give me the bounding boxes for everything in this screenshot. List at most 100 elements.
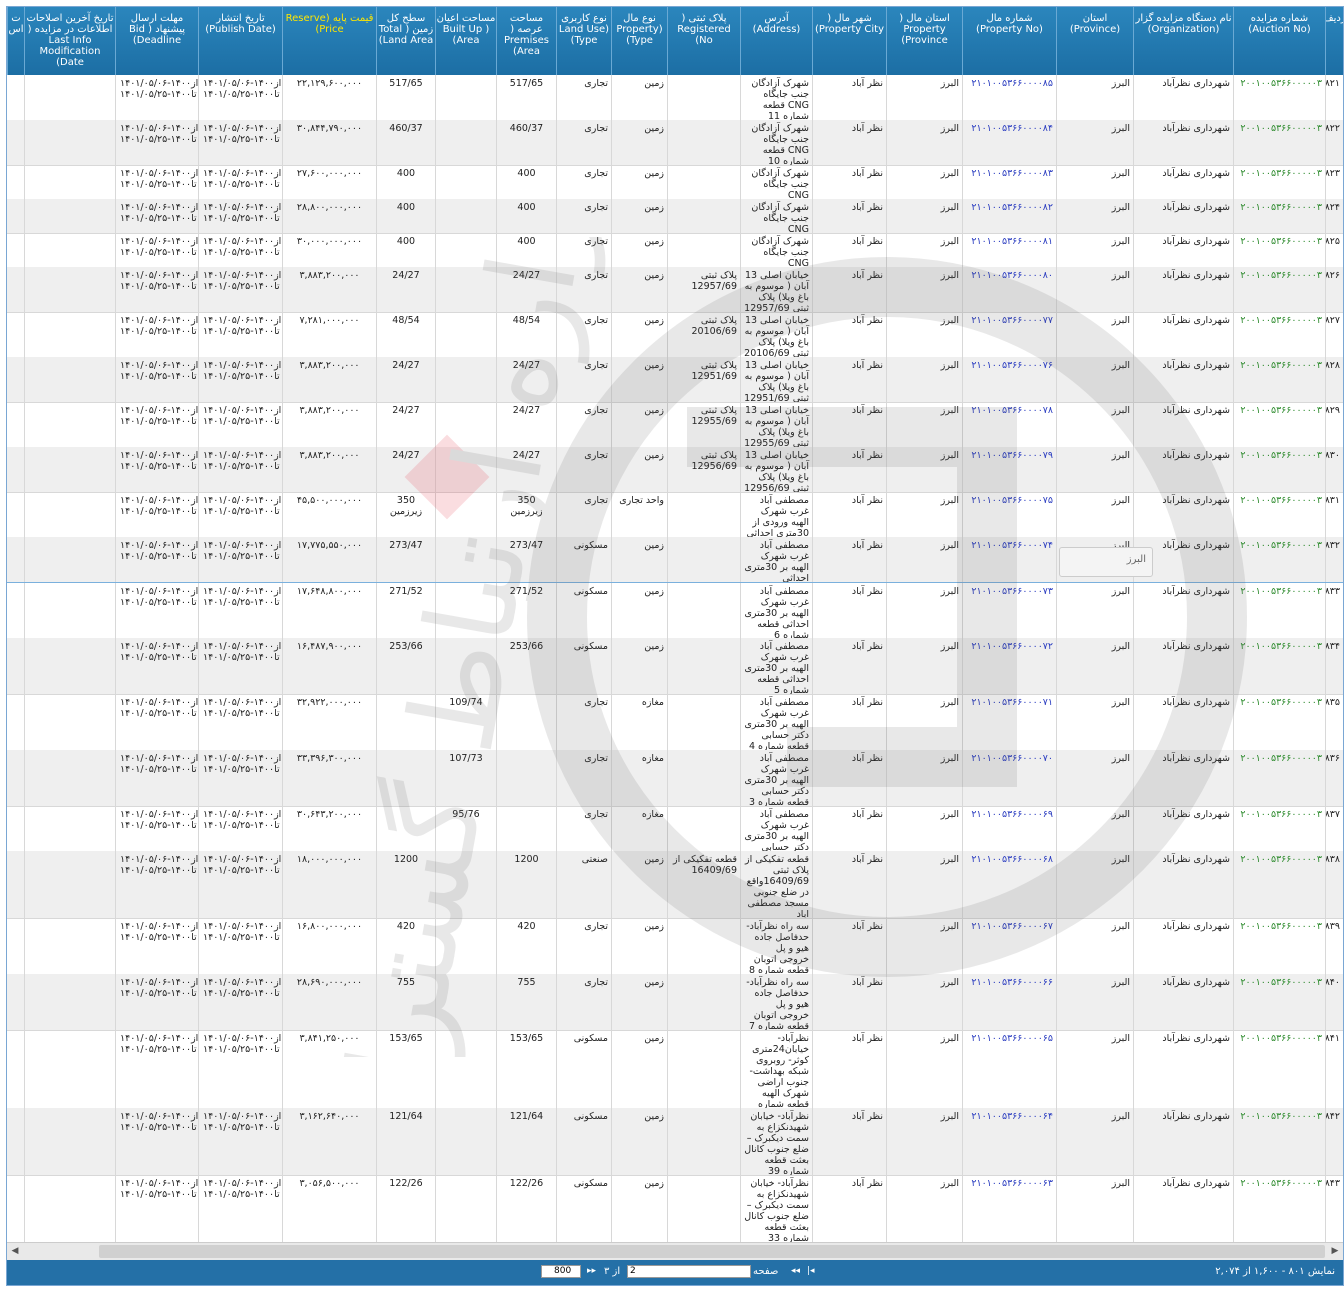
table-row[interactable]: ۸۳۷ ۲۰۰۱۰۰۵۳۶۶۰۰۰۰۰۳ شهرداری نظرآباد البرز ۲…	[7, 806, 1343, 852]
cell-property-no[interactable]: ۲۱۰۱۰۰۵۳۶۶۰۰۰۰۶۴	[962, 1108, 1056, 1175]
column-header-bid-deadline[interactable]: مهلت ارسال پیشنهاد ( Bid Deadline)	[115, 7, 198, 75]
table-row[interactable]: ۸۴۰ ۲۰۰۱۰۰۵۳۶۶۰۰۰۰۰۳ شهرداری نظرآباد البرز ۲…	[7, 974, 1343, 1031]
table-row[interactable]: ۸۳۴ ۲۰۰۱۰۰۵۳۶۶۰۰۰۰۰۳ شهرداری نظرآباد البرز ۲…	[7, 638, 1343, 695]
table-row[interactable]: ۸۲۲ ۲۰۰۱۰۰۵۳۶۶۰۰۰۰۰۳ شهرداری نظرآباد البرز ۲…	[7, 120, 1343, 166]
horizontal-scrollbar[interactable]: ◀ ▶	[7, 1242, 1343, 1261]
column-header-premises-area[interactable]: مساحت عرصه ( Premises Area)	[496, 7, 556, 75]
cell-property-no[interactable]: ۲۱۰۱۰۰۵۳۶۶۰۰۰۰۸۵	[962, 75, 1056, 120]
scroll-thumb[interactable]	[99, 1245, 1325, 1258]
table-row[interactable]: ۸۲۱ ۲۰۰۱۰۰۵۳۶۶۰۰۰۰۰۳ شهرداری نظرآباد البرز ۲…	[7, 75, 1343, 121]
column-header-organization[interactable]: نام دستگاه مزایده گزار (Organization)	[1133, 7, 1233, 75]
scroll-right-icon[interactable]: ▶	[1329, 1245, 1341, 1258]
table-row[interactable]: ۸۳۰ ۲۰۰۱۰۰۵۳۶۶۰۰۰۰۰۳ شهرداری نظرآباد البرز ۲…	[7, 447, 1343, 493]
table-row[interactable]: ۸۳۶ ۲۰۰۱۰۰۵۳۶۶۰۰۰۰۰۳ شهرداری نظرآباد البرز ۲…	[7, 750, 1343, 807]
cell-property-no[interactable]: ۲۱۰۱۰۰۵۳۶۶۰۰۰۰۶۹	[962, 806, 1056, 851]
cell-auction-no[interactable]: ۲۰۰۱۰۰۵۳۶۶۰۰۰۰۰۳	[1233, 75, 1325, 120]
table-row[interactable]: ۸۳۱ ۲۰۰۱۰۰۵۳۶۶۰۰۰۰۰۳ شهرداری نظرآباد البرز ۲…	[7, 492, 1343, 538]
column-header-property-no[interactable]: شماره مال (Property No)	[962, 7, 1056, 75]
column-header-total-land-area[interactable]: سطح کل زمین ( Total Land Area)	[376, 7, 435, 75]
cell-property-no[interactable]: ۲۱۰۱۰۰۵۳۶۶۰۰۰۰۷۹	[962, 447, 1056, 492]
cell-auction-no[interactable]: ۲۰۰۱۰۰۵۳۶۶۰۰۰۰۰۳	[1233, 851, 1325, 918]
table-row[interactable]: ۸۲۳ ۲۰۰۱۰۰۵۳۶۶۰۰۰۰۰۳ شهرداری نظرآباد البرز ۲…	[7, 165, 1343, 200]
cell-auction-no[interactable]: ۲۰۰۱۰۰۵۳۶۶۰۰۰۰۰۳	[1233, 447, 1325, 492]
table-row[interactable]: ۸۳۸ ۲۰۰۱۰۰۵۳۶۶۰۰۰۰۰۳ شهرداری نظرآباد البرز ۲…	[7, 851, 1343, 919]
cell-property-no[interactable]: ۲۱۰۱۰۰۵۳۶۶۰۰۰۰۸۲	[962, 199, 1056, 233]
column-header-auction-no[interactable]: شماره مزایده (Auction No)	[1233, 7, 1325, 75]
cell-property-no[interactable]: ۲۱۰۱۰۰۵۳۶۶۰۰۰۰۷۶	[962, 357, 1056, 402]
column-header-built-up-area[interactable]: مساحت اعیان ( Built Up Area)	[435, 7, 496, 75]
table-row[interactable]: ۸۲۹ ۲۰۰۱۰۰۵۳۶۶۰۰۰۰۰۳ شهرداری نظرآباد البرز ۲…	[7, 402, 1343, 448]
column-header-property-type[interactable]: نوع مال (Property Type)	[611, 7, 667, 75]
column-header-radif[interactable]: ردیف	[1325, 7, 1343, 75]
cell-built-up-area: 95/76	[435, 806, 496, 851]
table-row[interactable]: ۸۲۵ ۲۰۰۱۰۰۵۳۶۶۰۰۰۰۰۳ شهرداری نظرآباد البرز ۲…	[7, 233, 1343, 268]
cell-auction-no[interactable]: ۲۰۰۱۰۰۵۳۶۶۰۰۰۰۰۳	[1233, 233, 1325, 267]
table-row[interactable]: ۸۲۶ ۲۰۰۱۰۰۵۳۶۶۰۰۰۰۰۳ شهرداری نظرآباد البرز ۲…	[7, 267, 1343, 313]
page-number-input[interactable]: 2	[627, 1265, 751, 1278]
cell-auction-no[interactable]: ۲۰۰۱۰۰۵۳۶۶۰۰۰۰۰۳	[1233, 165, 1325, 199]
column-header-property-province[interactable]: استان مال ( Property Province)	[886, 7, 962, 75]
cell-property-no[interactable]: ۲۱۰۱۰۰۵۳۶۶۰۰۰۰۷۱	[962, 694, 1056, 750]
cell-property-no[interactable]: ۲۱۰۱۰۰۵۳۶۶۰۰۰۰۷۵	[962, 492, 1056, 537]
column-header-land-use[interactable]: نوع کاربری (Land Use Type)	[556, 7, 611, 75]
cell-auction-no[interactable]: ۲۰۰۱۰۰۵۳۶۶۰۰۰۰۰۳	[1233, 694, 1325, 750]
cell-built-up-area	[435, 75, 496, 120]
cell-publish-date: از۱۴۰۰-۱۴۰۱/۰۵/۰۶ تا۱۴۰۰-۱۴۰۱/۰۵/۲۵	[198, 357, 282, 402]
table-row[interactable]: ۸۲۴ ۲۰۰۱۰۰۵۳۶۶۰۰۰۰۰۳ شهرداری نظرآباد البرز ۲…	[7, 199, 1343, 234]
cell-auction-no[interactable]: ۲۰۰۱۰۰۵۳۶۶۰۰۰۰۰۳	[1233, 199, 1325, 233]
cell-auction-no[interactable]: ۲۰۰۱۰۰۵۳۶۶۰۰۰۰۰۳	[1233, 537, 1325, 582]
cell-property-no[interactable]: ۲۱۰۱۰۰۵۳۶۶۰۰۰۰۶۸	[962, 851, 1056, 918]
table-row[interactable]: ۸۳۳ ۲۰۰۱۰۰۵۳۶۶۰۰۰۰۰۳ شهرداری نظرآباد البرز ۲…	[7, 582, 1343, 640]
column-header-address[interactable]: آدرس (Address)	[740, 7, 812, 75]
table-row[interactable]: ۸۴۳ ۲۰۰۱۰۰۵۳۶۶۰۰۰۰۰۳ شهرداری نظرآباد البرز ۲…	[7, 1175, 1343, 1242]
cell-property-no[interactable]: ۲۱۰۱۰۰۵۳۶۶۰۰۰۰۸۴	[962, 120, 1056, 165]
cell-auction-no[interactable]: ۲۰۰۱۰۰۵۳۶۶۰۰۰۰۰۳	[1233, 583, 1325, 639]
column-header-last-modification[interactable]: تاریخ آخرین اصلاحات اطلاعات در مزایده ( …	[24, 7, 115, 75]
next-page-icon[interactable]: ▸▸	[587, 1266, 596, 1276]
cell-property-no[interactable]: ۲۱۰۱۰۰۵۳۶۶۰۰۰۰۷۷	[962, 312, 1056, 357]
cell-property-no[interactable]: ۲۱۰۱۰۰۵۳۶۶۰۰۰۰۶۳	[962, 1175, 1056, 1242]
cell-auction-no[interactable]: ۲۰۰۱۰۰۵۳۶۶۰۰۰۰۰۳	[1233, 492, 1325, 537]
cell-auction-no[interactable]: ۲۰۰۱۰۰۵۳۶۶۰۰۰۰۰۳	[1233, 1030, 1325, 1108]
table-row[interactable]: ۸۳۵ ۲۰۰۱۰۰۵۳۶۶۰۰۰۰۰۳ شهرداری نظرآباد البرز ۲…	[7, 694, 1343, 751]
table-row[interactable]: ۸۲۷ ۲۰۰۱۰۰۵۳۶۶۰۰۰۰۰۳ شهرداری نظرآباد البرز ۲…	[7, 312, 1343, 358]
column-header-property-city[interactable]: شهر مال ( Property City)	[812, 7, 886, 75]
cell-property-no[interactable]: ۲۱۰۱۰۰۵۳۶۶۰۰۰۰۸۱	[962, 233, 1056, 267]
table-row[interactable]: ۸۲۸ ۲۰۰۱۰۰۵۳۶۶۰۰۰۰۰۳ شهرداری نظرآباد البرز ۲…	[7, 357, 1343, 403]
cell-property-no[interactable]: ۲۱۰۱۰۰۵۳۶۶۰۰۰۰۷۳	[962, 583, 1056, 639]
cell-registered-no	[667, 75, 740, 120]
cell-property-no[interactable]: ۲۱۰۱۰۰۵۳۶۶۰۰۰۰۶۶	[962, 974, 1056, 1030]
cell-auction-no[interactable]: ۲۰۰۱۰۰۵۳۶۶۰۰۰۰۰۳	[1233, 750, 1325, 806]
cell-property-no[interactable]: ۲۱۰۱۰۰۵۳۶۶۰۰۰۰۶۵	[962, 1030, 1056, 1108]
cell-auction-no[interactable]: ۲۰۰۱۰۰۵۳۶۶۰۰۰۰۰۳	[1233, 402, 1325, 447]
column-header-publish-date[interactable]: تاریخ انتشار (Publish Date)	[198, 7, 282, 75]
prev-page-icon[interactable]: ◂◂	[791, 1266, 800, 1276]
cell-property-no[interactable]: ۲۱۰۱۰۰۵۳۶۶۰۰۰۰۷۴	[962, 537, 1056, 582]
cell-auction-no[interactable]: ۲۰۰۱۰۰۵۳۶۶۰۰۰۰۰۳	[1233, 974, 1325, 1030]
cell-property-no[interactable]: ۲۱۰۱۰۰۵۳۶۶۰۰۰۰۸۰	[962, 267, 1056, 312]
cell-auction-no[interactable]: ۲۰۰۱۰۰۵۳۶۶۰۰۰۰۰۳	[1233, 1108, 1325, 1175]
cell-auction-no[interactable]: ۲۰۰۱۰۰۵۳۶۶۰۰۰۰۰۳	[1233, 1175, 1325, 1242]
cell-auction-no[interactable]: ۲۰۰۱۰۰۵۳۶۶۰۰۰۰۰۳	[1233, 312, 1325, 357]
column-header-registered-no[interactable]: پلاک ثبتی ( Registered No)	[667, 7, 740, 75]
cell-property-no[interactable]: ۲۱۰۱۰۰۵۳۶۶۰۰۰۰۶۷	[962, 918, 1056, 974]
column-header-reserve-price[interactable]: قیمت پایه (Reserve Price)	[282, 7, 376, 75]
cell-property-no[interactable]: ۲۱۰۱۰۰۵۳۶۶۰۰۰۰۷۸	[962, 402, 1056, 447]
cell-auction-no[interactable]: ۲۰۰۱۰۰۵۳۶۶۰۰۰۰۰۳	[1233, 357, 1325, 402]
cell-property-no[interactable]: ۲۱۰۱۰۰۵۳۶۶۰۰۰۰۸۳	[962, 165, 1056, 199]
cell-property-no[interactable]: ۲۱۰۱۰۰۵۳۶۶۰۰۰۰۷۰	[962, 750, 1056, 806]
first-page-icon[interactable]: |◂	[807, 1266, 815, 1276]
table-row[interactable]: ۸۳۹ ۲۰۰۱۰۰۵۳۶۶۰۰۰۰۰۳ شهرداری نظرآباد البرز ۲…	[7, 918, 1343, 975]
column-header-province[interactable]: استان (Province)	[1056, 7, 1133, 75]
table-row[interactable]: ۸۴۱ ۲۰۰۱۰۰۵۳۶۶۰۰۰۰۰۳ شهرداری نظرآباد البرز ۲…	[7, 1030, 1343, 1109]
cell-auction-no[interactable]: ۲۰۰۱۰۰۵۳۶۶۰۰۰۰۰۳	[1233, 638, 1325, 694]
page-size-select[interactable]: 800	[541, 1265, 581, 1278]
table-row[interactable]: ۸۴۲ ۲۰۰۱۰۰۵۳۶۶۰۰۰۰۰۳ شهرداری نظرآباد البرز ۲…	[7, 1108, 1343, 1176]
cell-auction-no[interactable]: ۲۰۰۱۰۰۵۳۶۶۰۰۰۰۰۳	[1233, 918, 1325, 974]
scroll-left-icon[interactable]: ◀	[9, 1245, 21, 1258]
cell-auction-no[interactable]: ۲۰۰۱۰۰۵۳۶۶۰۰۰۰۰۳	[1233, 267, 1325, 312]
column-header-extra[interactable]: ت اس	[7, 7, 24, 75]
cell-auction-no[interactable]: ۲۰۰۱۰۰۵۳۶۶۰۰۰۰۰۳	[1233, 120, 1325, 165]
cell-property-no[interactable]: ۲۱۰۱۰۰۵۳۶۶۰۰۰۰۷۲	[962, 638, 1056, 694]
cell-auction-no[interactable]: ۲۰۰۱۰۰۵۳۶۶۰۰۰۰۰۳	[1233, 806, 1325, 851]
